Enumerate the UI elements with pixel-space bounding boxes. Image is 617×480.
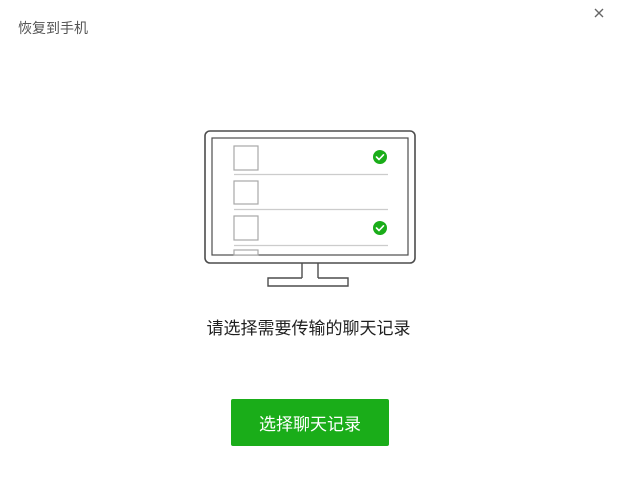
monitor-chat-list-icon — [204, 130, 416, 287]
check-icon — [373, 221, 387, 235]
select-chat-history-button[interactable]: 选择聊天记录 — [231, 399, 389, 446]
close-button[interactable] — [588, 2, 610, 24]
dialog-title: 恢复到手机 — [18, 21, 88, 37]
restore-to-phone-dialog: 恢复到手机 请选择需要传输的聊天记录 选择聊天记录 — [0, 0, 617, 480]
instruction-text: 请选择需要传输的聊天记录 — [206, 319, 411, 339]
close-icon — [594, 8, 604, 18]
check-icon — [373, 150, 387, 164]
